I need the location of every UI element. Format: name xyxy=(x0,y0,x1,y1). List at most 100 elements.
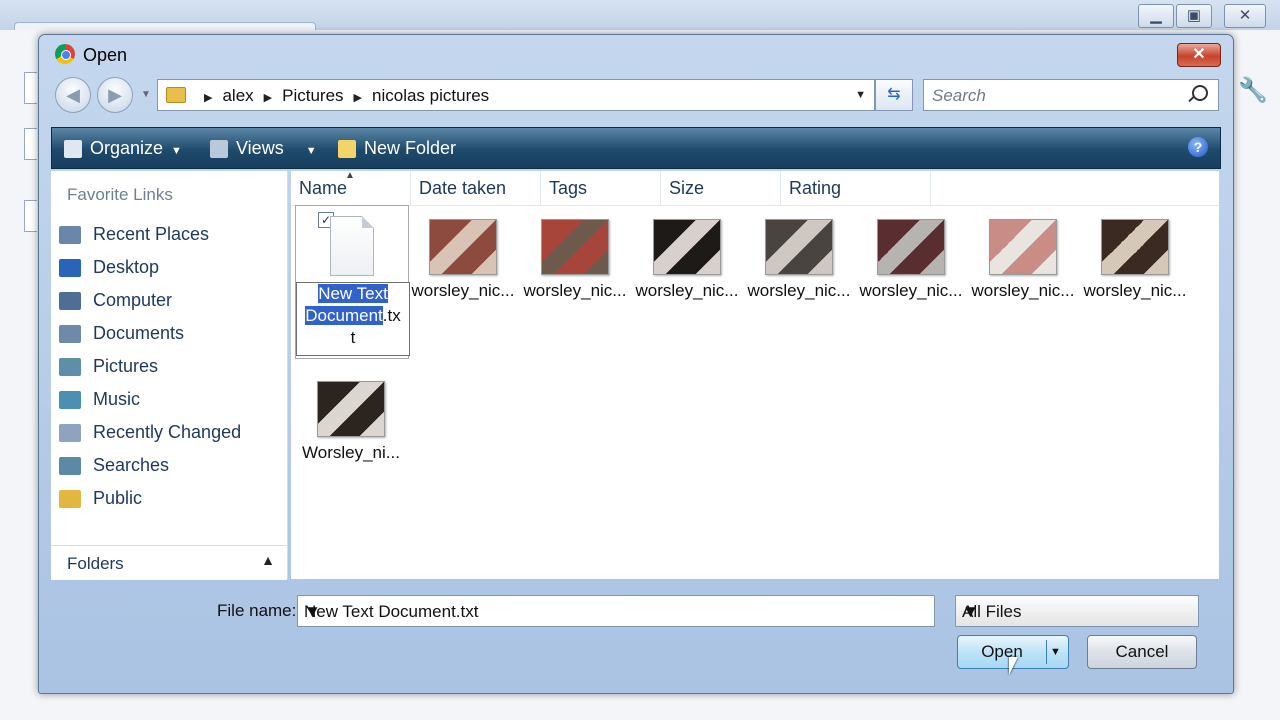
search-input[interactable]: Search xyxy=(932,86,986,106)
file-item[interactable]: worsley_nic... xyxy=(855,205,967,301)
forward-button[interactable]: ▶ xyxy=(97,77,133,113)
chevron-up-icon[interactable]: ▲ xyxy=(261,552,275,568)
dialog-titlebar[interactable]: Open ✕ xyxy=(39,35,1233,75)
sidebar-item[interactable]: Searches xyxy=(59,452,169,478)
file-name-field[interactable]: New Text Document.txt ▼ xyxy=(297,595,935,627)
file-name: worsley_nic... xyxy=(859,281,963,300)
sidebar-item[interactable]: Music xyxy=(59,386,140,412)
chevron-down-icon[interactable]: ▼ xyxy=(304,602,926,622)
file-item[interactable]: worsley_nic... xyxy=(967,205,1079,301)
column-header-tags[interactable]: Tags xyxy=(541,171,661,205)
views-menu[interactable]: Views ▼ xyxy=(210,128,317,168)
navigation-pane: Favorite Links Recent Places Desktop Compu… xyxy=(51,171,288,579)
file-item-new-text-document[interactable]: ✓ New Text Document.tx t xyxy=(291,205,410,361)
image-thumbnail xyxy=(765,219,833,275)
rename-extension-wrap: t xyxy=(350,328,356,347)
music-icon xyxy=(59,391,81,410)
maximize-icon[interactable]: ▣ xyxy=(1176,4,1212,28)
command-toolbar: Organize ▼ Views ▼ New Folder ? xyxy=(51,127,1221,169)
sidebar-item[interactable]: Documents xyxy=(59,320,184,346)
column-header-name[interactable]: ▲ Name xyxy=(291,170,411,205)
organize-menu[interactable]: Organize ▼ xyxy=(64,128,182,168)
file-item[interactable]: worsley_nic... xyxy=(519,205,631,301)
image-thumbnail xyxy=(989,219,1057,275)
chevron-down-icon[interactable]: ▼ xyxy=(962,602,1190,622)
file-item[interactable]: worsley_nic... xyxy=(407,205,519,301)
search-box[interactable]: Search xyxy=(923,79,1219,111)
sidebar-item[interactable]: Pictures xyxy=(59,353,158,379)
organize-icon xyxy=(64,140,82,159)
computer-icon xyxy=(59,292,81,311)
pictures-icon xyxy=(59,358,81,377)
selection-frame: ✓ New Text Document.tx t xyxy=(295,205,410,359)
file-item[interactable]: worsley_nic... xyxy=(631,205,743,301)
breadcrumb-alex[interactable]: alex xyxy=(222,86,253,105)
file-item[interactable]: worsley_nic... xyxy=(743,205,855,301)
favorite-links-heading: Favorite Links xyxy=(67,185,173,204)
sidebar-item[interactable]: Computer xyxy=(59,287,172,313)
folders-bar[interactable]: Folders ▲ xyxy=(51,545,287,580)
rename-extension: .tx xyxy=(382,306,401,325)
file-name: worsley_nic... xyxy=(411,281,515,300)
sidebar-item-label: Documents xyxy=(93,323,185,343)
breadcrumb: ▶ alex ▶ Pictures ▶ nicolas pictures xyxy=(194,86,489,106)
dialog-close-button[interactable]: ✕ xyxy=(1177,43,1221,67)
open-label: Open xyxy=(981,642,1023,661)
column-header-size[interactable]: Size xyxy=(661,171,781,205)
breadcrumb-separator-icon[interactable]: ▶ xyxy=(354,92,362,104)
sidebar-item-label: Music xyxy=(93,389,141,409)
documents-icon xyxy=(59,325,81,344)
recently-changed-icon xyxy=(59,424,81,443)
back-button[interactable]: ◀ xyxy=(55,77,91,113)
sidebar-item-label: Pictures xyxy=(93,356,159,376)
rename-field[interactable]: New Text Document.tx t xyxy=(296,282,410,356)
file-item[interactable]: Worsley_ni... xyxy=(295,367,407,463)
sidebar-item[interactable]: Desktop xyxy=(59,254,159,280)
wrench-icon[interactable]: 🔧 xyxy=(1238,76,1268,105)
sidebar-item-label: Computer xyxy=(93,290,173,310)
help-icon[interactable]: ? xyxy=(1188,137,1208,157)
image-thumbnail xyxy=(653,219,721,275)
address-dropdown-icon[interactable]: ▼ xyxy=(855,89,866,101)
open-options-icon[interactable]: ▼ xyxy=(1050,636,1061,668)
breadcrumb-pictures[interactable]: Pictures xyxy=(282,86,343,105)
breadcrumb-separator-icon[interactable]: ▶ xyxy=(264,92,272,104)
mouse-cursor-icon xyxy=(1009,657,1018,675)
chevron-down-icon: ▼ xyxy=(305,145,317,157)
search-icon[interactable] xyxy=(1192,85,1208,101)
file-name: worsley_nic... xyxy=(635,281,739,300)
new-folder-label: New Folder xyxy=(364,138,457,158)
column-label: Name xyxy=(299,178,348,198)
recent-places-icon xyxy=(59,226,81,245)
views-icon xyxy=(210,140,228,159)
column-header-date-taken[interactable]: Date taken xyxy=(411,171,541,205)
chrome-icon xyxy=(55,44,75,64)
file-type-select[interactable]: All Files ▼ xyxy=(955,595,1199,627)
browser-close-icon[interactable]: ✕ xyxy=(1224,4,1266,28)
address-bar[interactable]: ▶ alex ▶ Pictures ▶ nicolas pictures ▼ xyxy=(157,79,875,111)
file-name: worsley_nic... xyxy=(971,281,1075,300)
refresh-button[interactable]: ⇆ xyxy=(875,79,913,111)
browser-edge xyxy=(24,200,37,232)
folders-label: Folders xyxy=(67,554,124,573)
image-thumbnail xyxy=(877,219,945,275)
cancel-button[interactable]: Cancel xyxy=(1087,635,1197,669)
recent-pages-dropdown[interactable]: ▼ xyxy=(141,89,151,100)
column-header-rating[interactable]: Rating xyxy=(781,171,931,205)
breadcrumb-nicolas-pictures[interactable]: nicolas pictures xyxy=(372,86,489,105)
open-dialog: Open ✕ ◀ ▶ ▼ ▶ alex ▶ Pictures ▶ nicolas pict… xyxy=(38,34,1234,694)
sidebar-item[interactable]: Recent Places xyxy=(59,221,209,247)
column-label: Rating xyxy=(789,178,842,198)
sidebar-item[interactable]: Recently Changed xyxy=(59,419,241,445)
chevron-down-icon: ▼ xyxy=(171,145,182,157)
file-item[interactable]: worsley_nic... xyxy=(1079,205,1191,301)
breadcrumb-separator-icon[interactable]: ▶ xyxy=(204,92,212,104)
file-name-label: File name: xyxy=(217,601,297,620)
folder-icon xyxy=(166,87,186,103)
sort-ascending-icon: ▲ xyxy=(345,170,355,181)
new-folder-button[interactable]: New Folder xyxy=(338,128,456,168)
sidebar-item[interactable]: Public xyxy=(59,485,142,511)
sidebar-item-label: Searches xyxy=(93,455,170,475)
file-name: worsley_nic... xyxy=(1083,281,1187,300)
minimize-icon[interactable]: ▁ xyxy=(1138,4,1174,28)
